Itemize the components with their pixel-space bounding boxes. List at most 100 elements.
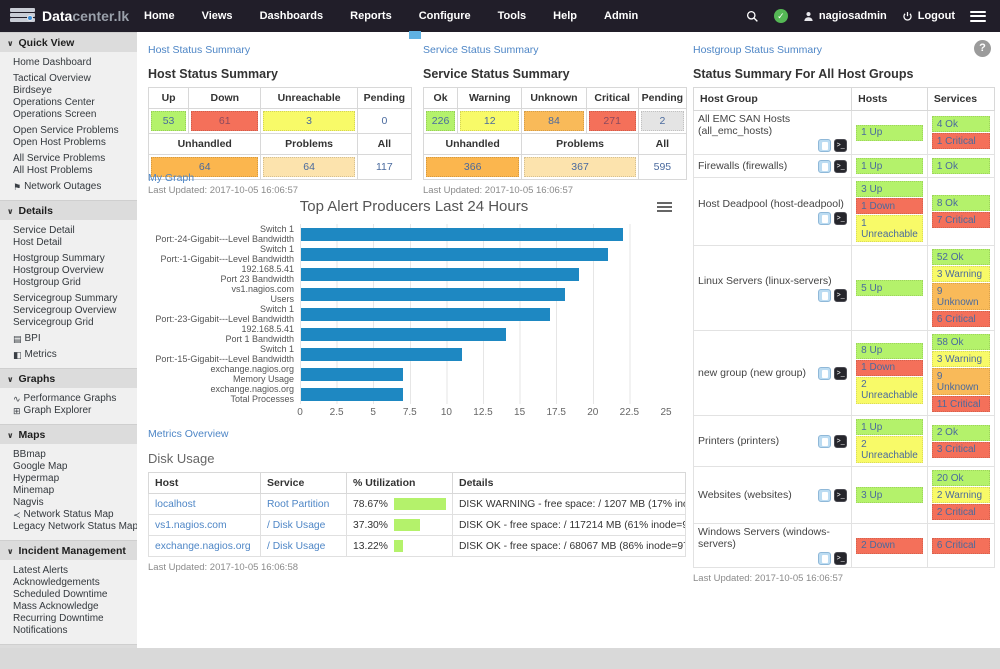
nav-item-admin[interactable]: Admin [604, 10, 638, 22]
service-status-icon[interactable] [818, 139, 831, 152]
sidebar-item-host-detail[interactable]: Host Detail [13, 237, 135, 249]
svc-pending-count[interactable]: 2 [641, 111, 684, 131]
hamburger-menu-icon[interactable] [970, 8, 986, 24]
sidebar-item-hypermap[interactable]: Hypermap [13, 473, 135, 485]
panel-toggle-tab[interactable] [409, 31, 421, 39]
status-chip-2-unreachable[interactable]: 2 Unreachable [856, 436, 923, 463]
nav-item-configure[interactable]: Configure [419, 10, 471, 22]
hostgroup-name[interactable]: Printers (printers) [698, 435, 779, 447]
nav-item-tools[interactable]: Tools [498, 10, 527, 22]
sidebar-item-operations-screen[interactable]: Operations Screen [13, 109, 135, 121]
status-chip-11-critical[interactable]: 11 Critical [932, 396, 990, 412]
status-ok-badge[interactable]: ✓ [774, 9, 788, 23]
sidebar-item-operations-center[interactable]: Operations Center [13, 97, 135, 109]
search-icon[interactable] [746, 10, 759, 23]
status-chip-1-down[interactable]: 1 Down [856, 198, 923, 214]
disk-host-link[interactable]: exchange.nagios.org [155, 541, 251, 552]
sidebar-item-google-map[interactable]: Google Map [13, 461, 135, 473]
host-up-count[interactable]: 53 [151, 111, 186, 131]
sidebar-item-recurring-downtime[interactable]: Recurring Downtime [13, 613, 135, 625]
sidebar-item-scheduled-downtime[interactable]: Scheduled Downtime [13, 589, 135, 601]
status-chip-58-ok[interactable]: 58 Ok [932, 334, 990, 350]
status-chip-2-warning[interactable]: 2 Warning [932, 487, 990, 503]
status-chip-8-ok[interactable]: 8 Ok [932, 195, 990, 211]
sidebar-item-hostgroup-grid[interactable]: Hostgroup Grid [13, 277, 135, 289]
brand-logo[interactable]: Datacenter.lk [10, 8, 138, 25]
host-commands-icon[interactable]: >_ [834, 489, 847, 502]
host-status-summary-link[interactable]: Host Status Summary [148, 44, 250, 56]
disk-host-link[interactable]: vs1.nagios.com [155, 520, 227, 531]
hostgroup-name[interactable]: Linux Servers (linux-servers) [698, 275, 832, 287]
sidebar-section-graphs[interactable]: ∨Graphs [0, 368, 137, 388]
sidebar-item-tactical-overview[interactable]: Tactical Overview [13, 73, 135, 85]
sidebar-item-open-host-problems[interactable]: Open Host Problems [13, 137, 135, 149]
status-chip-1-up[interactable]: 1 Up [856, 158, 923, 174]
status-chip-6-critical[interactable]: 6 Critical [932, 538, 990, 554]
nav-item-help[interactable]: Help [553, 10, 577, 22]
status-chip-1-up[interactable]: 1 Up [856, 125, 923, 141]
service-status-icon[interactable] [818, 435, 831, 448]
hostgroup-name[interactable]: Firewalls (firewalls) [698, 160, 787, 172]
sidebar-item-network-outages[interactable]: ⚑Network Outages [13, 181, 135, 193]
sidebar-item-servicegroup-grid[interactable]: Servicegroup Grid [13, 317, 135, 329]
status-chip-9-unknown[interactable]: 9 Unknown [932, 368, 990, 395]
sidebar-item-all-service-problems[interactable]: All Service Problems [13, 153, 135, 165]
sidebar-item-bbmap[interactable]: BBmap [13, 449, 135, 461]
status-chip-1-up[interactable]: 1 Up [856, 419, 923, 435]
sidebar-section-quick-view[interactable]: ∨Quick View [0, 32, 137, 52]
sidebar-item-minemap[interactable]: Minemap [13, 485, 135, 497]
status-chip-7-critical[interactable]: 7 Critical [932, 212, 990, 228]
sidebar-item-all-host-problems[interactable]: All Host Problems [13, 165, 135, 177]
service-status-icon[interactable] [818, 212, 831, 225]
sidebar-item-hostgroup-overview[interactable]: Hostgroup Overview [13, 265, 135, 277]
logout-button[interactable]: Logout [902, 10, 955, 22]
sidebar-section-maps[interactable]: ∨Maps [0, 424, 137, 444]
disk-service-link[interactable]: / Disk Usage [267, 520, 325, 531]
sidebar-item-birdseye[interactable]: Birdseye [13, 85, 135, 97]
status-chip-9-unknown[interactable]: 9 Unknown [932, 283, 990, 310]
host-commands-icon[interactable]: >_ [834, 289, 847, 302]
hostgroup-name[interactable]: new group (new group) [698, 367, 806, 379]
status-chip-52-ok[interactable]: 52 Ok [932, 249, 990, 265]
sidebar-item-legacy-network-status-map[interactable]: Legacy Network Status Map [13, 521, 135, 533]
host-commands-icon[interactable]: >_ [834, 160, 847, 173]
my-graph-link[interactable]: My Graph [148, 172, 194, 184]
hostgroup-name[interactable]: Windows Servers (windows-servers) [698, 526, 847, 550]
service-status-summary-link[interactable]: Service Status Summary [423, 44, 539, 56]
sidebar-item-graph-explorer[interactable]: ⊞Graph Explorer [13, 405, 135, 417]
status-chip-3-warning[interactable]: 3 Warning [932, 351, 990, 367]
host-commands-icon[interactable]: >_ [834, 552, 847, 565]
status-chip-1-down[interactable]: 1 Down [856, 360, 923, 376]
sidebar-item-mass-acknowledge[interactable]: Mass Acknowledge [13, 601, 135, 613]
host-unreachable-count[interactable]: 3 [263, 111, 354, 131]
sidebar-item-nagvis[interactable]: Nagvis [13, 497, 135, 509]
status-chip-3-warning[interactable]: 3 Warning [932, 266, 990, 282]
status-chip-2-critical[interactable]: 2 Critical [932, 504, 990, 520]
status-chip-20-ok[interactable]: 20 Ok [932, 470, 990, 486]
host-commands-icon[interactable]: >_ [834, 367, 847, 380]
status-chip-1-unreachable[interactable]: 1 Unreachable [856, 215, 923, 242]
disk-service-link[interactable]: Root Partition [267, 499, 329, 510]
nav-item-home[interactable]: Home [144, 10, 175, 22]
metrics-overview-link[interactable]: Metrics Overview [148, 428, 229, 440]
service-status-icon[interactable] [818, 367, 831, 380]
status-chip-6-critical[interactable]: 6 Critical [932, 311, 990, 327]
status-chip-3-critical[interactable]: 3 Critical [932, 442, 990, 458]
status-chip-2-unreachable[interactable]: 2 Unreachable [856, 377, 923, 404]
sidebar-item-notifications[interactable]: Notifications [13, 625, 135, 637]
sidebar-item-home-dashboard[interactable]: Home Dashboard [13, 57, 135, 69]
service-status-icon[interactable] [818, 289, 831, 302]
status-chip-3-up[interactable]: 3 Up [856, 181, 923, 197]
user-menu[interactable]: nagiosadmin [803, 10, 887, 22]
status-chip-5-up[interactable]: 5 Up [856, 280, 923, 296]
status-chip-8-up[interactable]: 8 Up [856, 343, 923, 359]
sidebar-item-network-status-map[interactable]: ≺Network Status Map [13, 509, 135, 521]
hostgroup-name[interactable]: Websites (websites) [698, 489, 792, 501]
svc-ok-count[interactable]: 226 [426, 111, 455, 131]
service-status-icon[interactable] [818, 552, 831, 565]
disk-host-link[interactable]: localhost [155, 499, 196, 510]
status-chip-2-ok[interactable]: 2 Ok [932, 425, 990, 441]
hostgroup-name[interactable]: All EMC SAN Hosts (all_emc_hosts) [698, 113, 847, 137]
host-down-count[interactable]: 61 [191, 111, 258, 131]
sidebar-item-servicegroup-summary[interactable]: Servicegroup Summary [13, 293, 135, 305]
